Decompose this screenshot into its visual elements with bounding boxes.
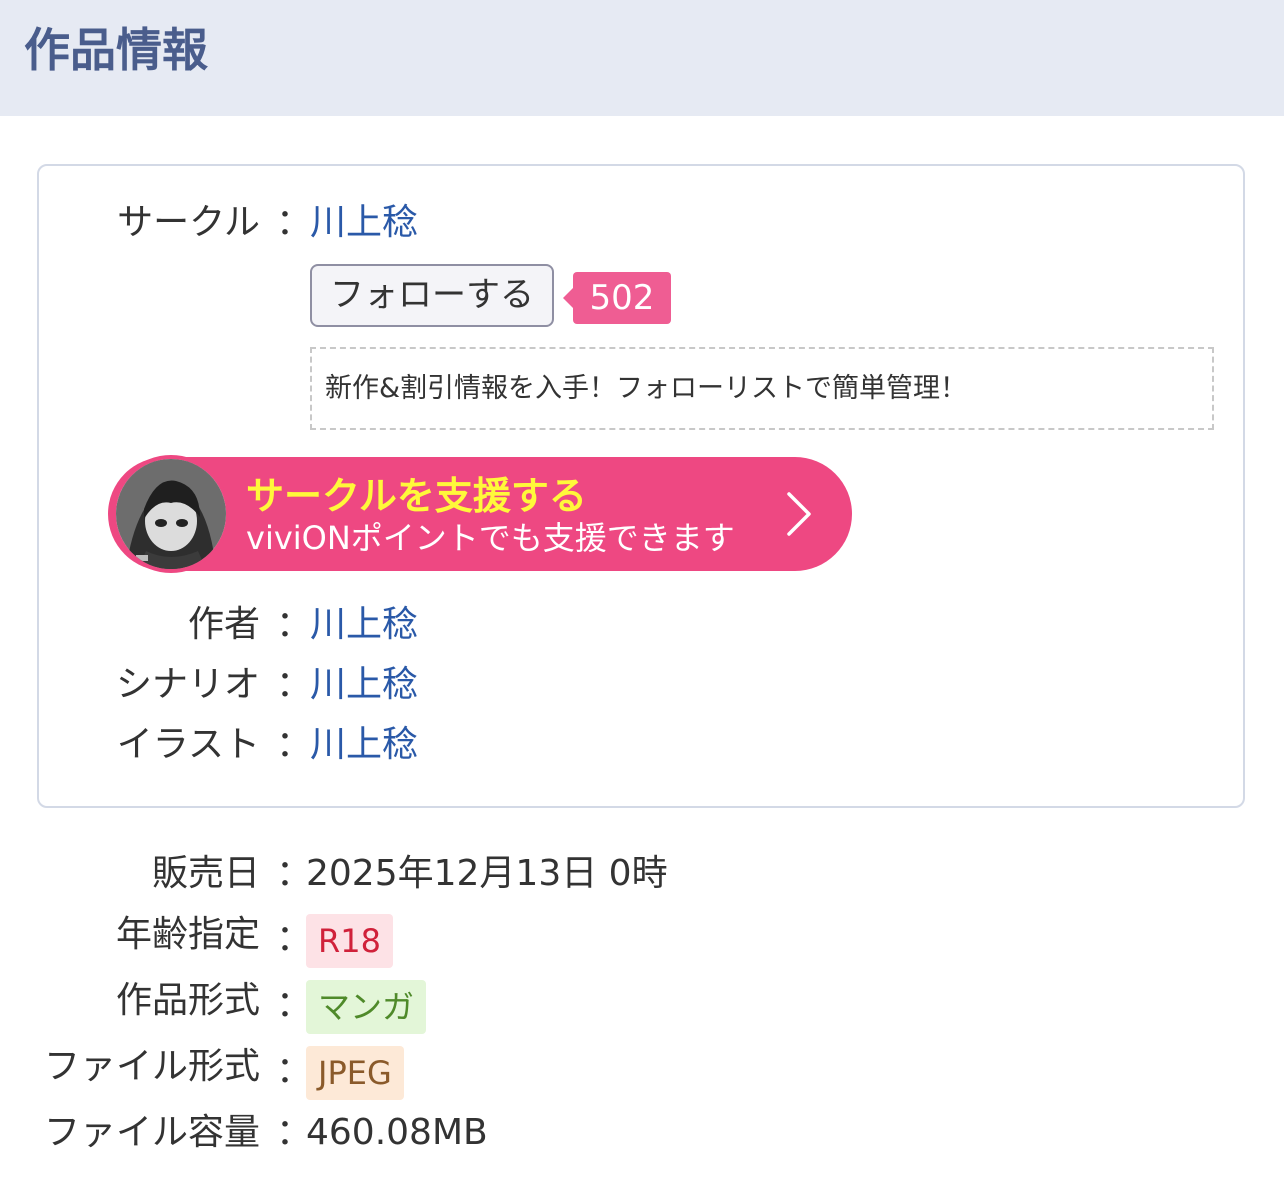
- support-subtitle: viviONポイントでも支援できます: [246, 519, 735, 557]
- file-size-label: ファイル容量: [43, 1112, 260, 1153]
- colon: ：: [276, 202, 313, 243]
- section-header: 作品情報: [0, 0, 1284, 116]
- work-format-tag[interactable]: マンガ: [306, 980, 427, 1034]
- age-rating-label: 年齢指定: [115, 914, 260, 955]
- colon: ：: [276, 604, 313, 645]
- release-date-value: 2025年12月13日 0時: [306, 853, 668, 894]
- author-label: 作者: [187, 604, 260, 645]
- file-format-label: ファイル形式: [43, 1046, 260, 1087]
- circle-avatar: [112, 455, 230, 573]
- follow-note: 新作&割引情報を入手！フォローリストで簡単管理！: [310, 347, 1214, 430]
- scenario-link[interactable]: 川上稔: [310, 660, 418, 710]
- section-title: 作品情報: [24, 23, 208, 77]
- work-format-label: 作品形式: [115, 980, 260, 1021]
- scenario-label: シナリオ: [115, 664, 260, 705]
- colon: ：: [276, 724, 313, 765]
- illust-label: イラスト: [116, 724, 260, 765]
- illust-link[interactable]: 川上稔: [310, 720, 418, 770]
- file-size-value: 460.08MB: [306, 1112, 488, 1153]
- circle-label: サークル: [117, 202, 260, 243]
- file-format-tag[interactable]: JPEG: [306, 1046, 404, 1100]
- follow-count-badge: 502: [563, 272, 671, 324]
- circle-link[interactable]: 川上稔: [310, 198, 418, 248]
- follow-button[interactable]: フォローする: [310, 264, 554, 327]
- age-rating-tag[interactable]: R18: [306, 914, 393, 968]
- chevron-right-icon: [784, 490, 814, 542]
- release-date-label: 販売日: [151, 853, 260, 894]
- colon: ：: [276, 664, 313, 705]
- support-title: サークルを支援する: [246, 474, 587, 518]
- author-link[interactable]: 川上稔: [310, 600, 418, 650]
